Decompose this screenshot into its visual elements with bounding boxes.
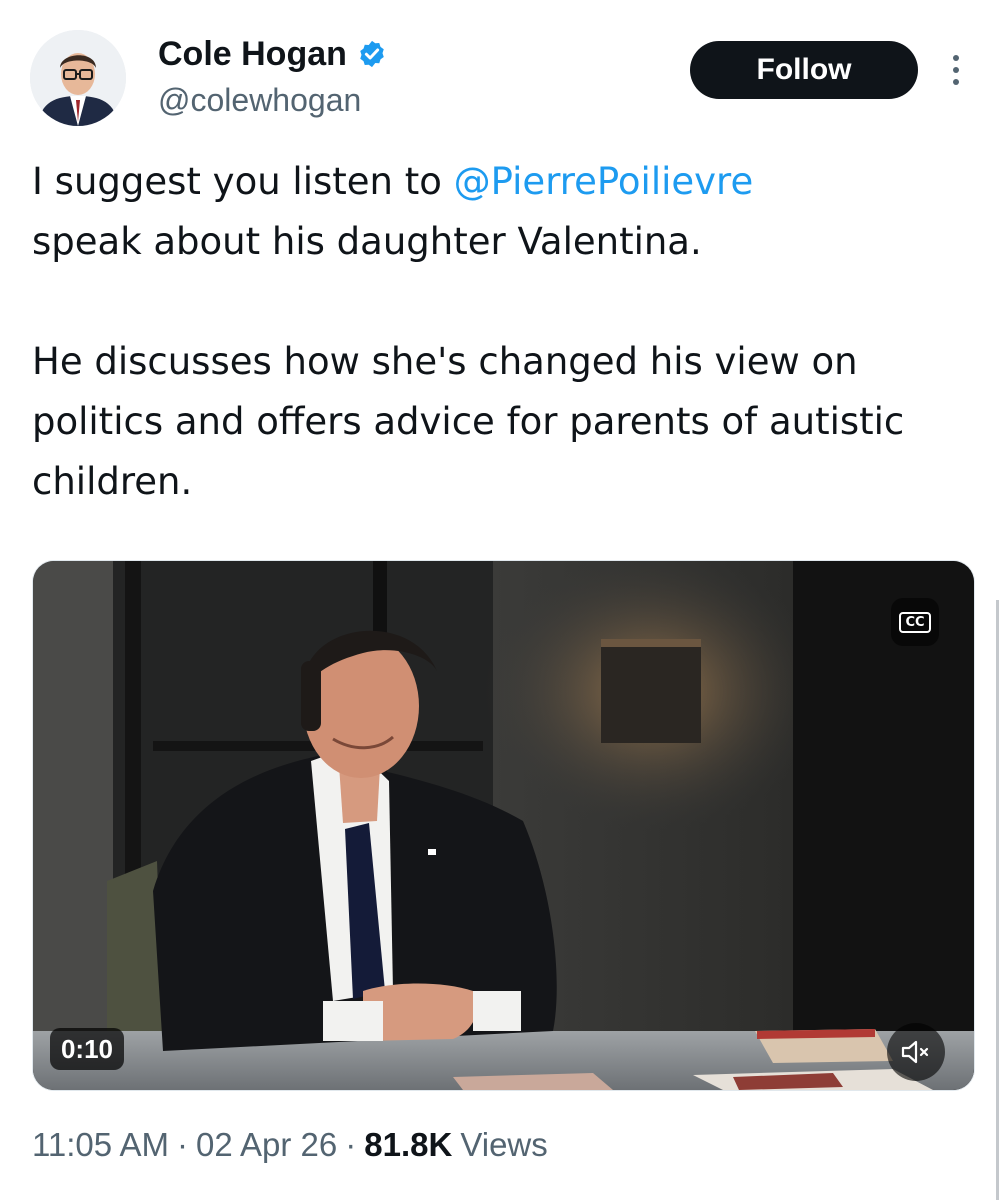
meta-separator: ·	[176, 1126, 188, 1163]
author-name-row: Cole Hogan	[158, 30, 387, 78]
author-block: Cole Hogan @colewhogan	[158, 30, 387, 119]
more-options-icon[interactable]	[942, 50, 970, 90]
views-count[interactable]: 81.8K	[364, 1126, 452, 1164]
tweet-text-prefix: I suggest you listen to	[32, 160, 454, 203]
verified-badge-icon[interactable]	[357, 39, 387, 69]
scrollbar[interactable]	[996, 600, 999, 1200]
more-dot	[953, 79, 959, 85]
tweet-paragraph-1: I suggest you listen to @PierrePoilievre…	[32, 152, 972, 272]
closed-captions-icon: CC	[899, 611, 931, 633]
tweet-time[interactable]: 11:05 AM	[32, 1126, 169, 1164]
author-avatar[interactable]	[30, 30, 126, 126]
tweet-date[interactable]: 02 Apr 26	[196, 1126, 337, 1164]
video-player[interactable]: CC 0:10	[32, 560, 975, 1091]
mention-link[interactable]: @PierrePoilievre	[454, 160, 754, 203]
closed-captions-button[interactable]: CC	[891, 598, 939, 646]
avatar-illustration	[30, 30, 126, 126]
mute-icon	[901, 1040, 929, 1064]
tweet-text-suffix: speak about his daughter Valentina.	[32, 220, 702, 263]
tweet-meta: 11:05 AM · 02 Apr 26 · 81.8K Views	[32, 1126, 548, 1164]
views-label: Views	[460, 1126, 548, 1163]
mute-button[interactable]	[887, 1023, 945, 1081]
follow-button[interactable]: Follow	[690, 41, 918, 99]
more-dot	[953, 55, 959, 61]
author-handle[interactable]: @colewhogan	[158, 82, 387, 119]
more-dot	[953, 67, 959, 73]
author-display-name[interactable]: Cole Hogan	[158, 35, 347, 74]
tweet-paragraph-2: He discusses how she's changed his view …	[32, 340, 905, 503]
video-frame	[33, 561, 974, 1090]
tweet-text: I suggest you listen to @PierrePoilievre…	[32, 152, 972, 512]
video-duration-badge: 0:10	[50, 1028, 124, 1070]
meta-separator: ·	[345, 1126, 357, 1163]
